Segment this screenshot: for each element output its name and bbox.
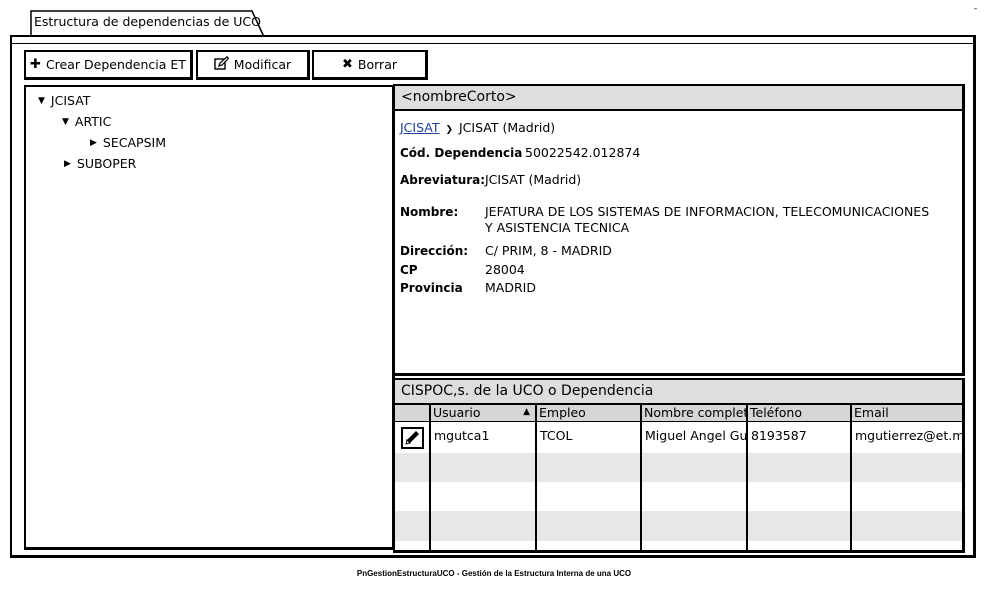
tree-item-label: JCISAT xyxy=(50,93,91,108)
cell-telefono: 8193587 xyxy=(751,428,807,443)
triangle-down-icon: ▼ xyxy=(38,95,45,106)
cell-nombre: Miguel Angel Gutierrez xyxy=(645,428,746,443)
col-divider xyxy=(535,405,537,550)
pencil-icon[interactable] xyxy=(401,427,424,449)
row-stripe xyxy=(395,453,962,482)
abreviatura-label: Abreviatura: xyxy=(400,173,486,187)
abreviatura-value: JCISAT (Madrid) xyxy=(485,172,582,187)
tree-item-label: ARTIC xyxy=(74,114,112,129)
breadcrumb-link[interactable]: JCISAT xyxy=(400,120,439,135)
detail-header: <nombreCorto> xyxy=(395,86,962,111)
modify-button[interactable]: Modificar xyxy=(196,50,310,80)
col-head-nombre[interactable]: Nombre completo xyxy=(641,405,747,422)
cell-empleo: TCOL xyxy=(540,428,573,443)
sort-asc-icon: ▲ xyxy=(523,407,530,417)
tab-label: Estructura de dependencias de UCO xyxy=(34,14,261,29)
modify-label: Modificar xyxy=(233,57,292,72)
col-head-usuario[interactable]: Usuario ▲ xyxy=(430,405,536,422)
edit-icon xyxy=(214,55,230,73)
delete-button[interactable]: ✖ Borrar xyxy=(312,50,428,80)
nombre-label: Nombre: xyxy=(400,205,459,219)
col-divider xyxy=(850,405,852,550)
chevron-right-icon: ❯ xyxy=(445,125,454,135)
triangle-down-icon: ▼ xyxy=(62,116,69,127)
delete-label: Borrar xyxy=(357,57,397,72)
tree-item-artic[interactable]: ▼ ARTIC xyxy=(62,114,111,129)
tree-item-label: SUBOPER xyxy=(76,156,137,171)
cod-dependencia-label: Cód. Dependencia xyxy=(400,146,523,160)
cell-email: mgutierrez@et.mde.es xyxy=(855,428,965,443)
tree-item-suboper[interactable]: ▶ SUBOPER xyxy=(64,156,136,171)
dependency-tree: ▼ JCISAT ▼ ARTIC ▶ SECAPSIM ▶ SUBOPER xyxy=(24,85,395,550)
tree-item-jcisat[interactable]: ▼ JCISAT xyxy=(38,93,90,108)
col-label-usuario: Usuario xyxy=(433,405,481,420)
provincia-value: MADRID xyxy=(485,280,536,295)
tree-item-secapsim[interactable]: ▶ SECAPSIM xyxy=(90,135,166,150)
cispoc-grid-panel: CISPOC,s. de la UCO o Dependencia Usuari… xyxy=(393,378,965,553)
col-divider xyxy=(640,405,642,550)
create-dependency-label: Crear Dependencia ET xyxy=(45,57,186,72)
create-dependency-button[interactable]: ✚ Crear Dependencia ET xyxy=(24,50,193,80)
corner-mark: - xyxy=(974,4,978,14)
direccion-value: C/ PRIM, 8 - MADRID xyxy=(485,243,612,258)
grid-header: CISPOC,s. de la UCO o Dependencia xyxy=(395,380,962,405)
cod-dependencia-value: 50022542.012874 xyxy=(525,145,641,160)
breadcrumb: JCISAT ❯ JCISAT (Madrid) xyxy=(400,120,555,135)
tree-item-label: SECAPSIM xyxy=(102,135,166,150)
provincia-label: Provincia xyxy=(400,281,463,295)
dependency-detail-panel: <nombreCorto> JCISAT ❯ JCISAT (Madrid) C… xyxy=(393,84,965,376)
col-divider xyxy=(746,405,748,550)
col-head-empleo[interactable]: Empleo xyxy=(536,405,641,422)
row-stripe xyxy=(395,511,962,541)
col-head-telefono[interactable]: Teléfono xyxy=(747,405,851,422)
footer-caption: PnGestionEstructuraUCO - Gestión de la E… xyxy=(356,569,632,578)
triangle-right-icon: ▶ xyxy=(64,158,71,169)
x-icon: ✖ xyxy=(342,57,353,72)
col-divider xyxy=(429,405,431,550)
nombre-value-line2: Y ASISTENCIA TECNICA xyxy=(485,220,630,235)
cell-usuario[interactable]: mgutca1 xyxy=(431,428,535,443)
triangle-right-icon: ▶ xyxy=(90,137,97,148)
cp-label: CP xyxy=(400,263,418,277)
breadcrumb-current: JCISAT (Madrid) xyxy=(459,120,556,135)
direccion-label: Dirección: xyxy=(400,244,469,258)
nombre-value-line1: JEFATURA DE LOS SISTEMAS DE INFORMACION,… xyxy=(485,204,930,219)
col-head-actions xyxy=(395,405,430,422)
cp-value: 28004 xyxy=(485,262,525,277)
frame-divider xyxy=(12,43,973,44)
plus-icon: ✚ xyxy=(30,57,41,72)
col-head-email[interactable]: Email xyxy=(851,405,962,422)
